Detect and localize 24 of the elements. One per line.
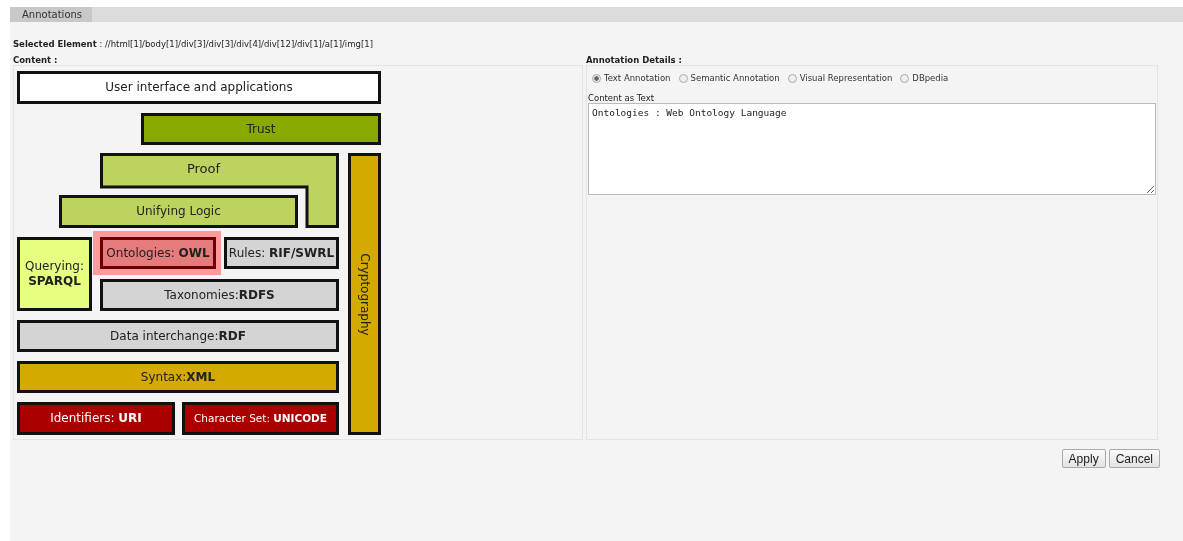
diagram-block[interactable]: Querying: SPARQL (17, 237, 92, 311)
section-label: Annotation Details : (586, 55, 683, 65)
diagram-block[interactable]: Syntax:XML (17, 361, 339, 393)
diagram-block[interactable]: Identifiers: URI (17, 402, 175, 435)
radio-button[interactable]: DBpedia (900, 73, 949, 83)
diagram-block[interactable]: Taxonomies:RDFS (100, 279, 339, 311)
diagram-block[interactable]: Ontologies: OWL (100, 237, 216, 269)
field-label: Content as Text (588, 93, 656, 103)
radio-button[interactable]: Semantic Annotation (678, 73, 780, 83)
section-label: Content : (13, 55, 59, 65)
action-button[interactable]: Apply (1061, 449, 1106, 468)
tab[interactable]: Annotations (10, 7, 93, 22)
diagram-block[interactable]: Character Set: UNICODE (182, 402, 339, 435)
diagram-block[interactable]: Trust (141, 113, 381, 145)
content-text-field[interactable]: Ontologies : Web Ontology Language (588, 103, 1156, 195)
diagram-block[interactable]: User interface and applications (17, 71, 381, 104)
selected-element-path: Selected Element : //html[1]/body[1]/div[3]/div[3]/div[4]/div[12]/div[1]/a[1]/img[1] (13, 39, 374, 50)
diagram-block[interactable]: Rules: RIF/SWRL (224, 237, 339, 269)
diagram-block[interactable]: Unifying Logic (59, 195, 298, 228)
action-button[interactable]: Cancel (1108, 449, 1160, 468)
radio-button[interactable]: Visual Representation (787, 73, 893, 83)
diagram-block[interactable]: Cryptography (348, 153, 381, 435)
diagram-block[interactable]: Data interchange:RDF (17, 320, 339, 352)
radio-button[interactable]: Text Annotation (592, 73, 671, 83)
